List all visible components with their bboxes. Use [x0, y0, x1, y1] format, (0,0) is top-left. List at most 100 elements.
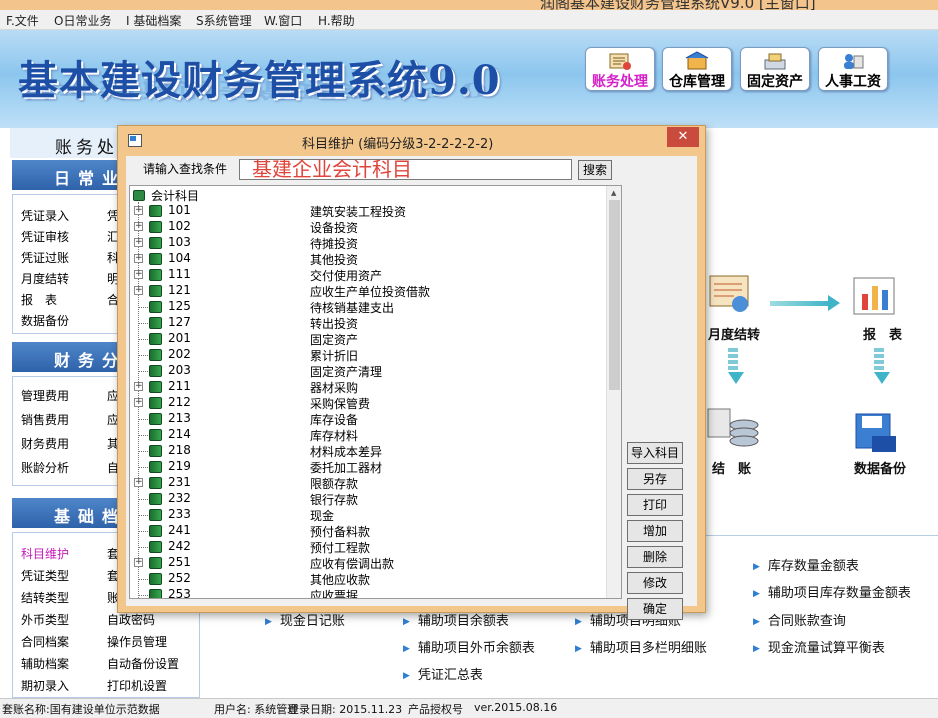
tree-row[interactable]: 127 转出投资 [130, 315, 606, 331]
modify-button[interactable]: 修改 [627, 572, 683, 594]
tree-row[interactable]: 213 库存设备 [130, 411, 606, 427]
nav-aging-analysis[interactable]: 账龄分析 [21, 459, 69, 476]
module-warehouse-button[interactable]: 仓库管理 [662, 47, 732, 91]
expand-icon[interactable]: + [134, 478, 143, 487]
menu-window[interactable]: W.窗口 [264, 12, 302, 29]
account-tree[interactable]: 会计科目 +101 建筑安装工程投资 +102 设备投资 +103 待摊投资 +104 其他投… [129, 185, 622, 599]
tree-row[interactable]: +103 待摊投资 [130, 235, 606, 251]
tree-row[interactable]: 202 累计折旧 [130, 347, 606, 363]
nav-voucher-post[interactable]: 凭证过账 [21, 249, 69, 266]
report-icon[interactable] [850, 272, 904, 322]
nav-sales-expense[interactable]: 销售费用 [21, 411, 69, 428]
link-contract-payment-query[interactable]: 合同账款查询 [753, 610, 846, 629]
nav-change-password[interactable]: 自政密码 [107, 611, 155, 628]
nav-auto-backup-settings[interactable]: 自动备份设置 [107, 655, 179, 672]
tree-row[interactable]: 253 应收票据 [130, 587, 606, 598]
close-accounts-icon[interactable] [706, 405, 762, 455]
module-ledger-button[interactable]: 账务处理 [585, 47, 655, 91]
nav-finance-expense[interactable]: 财务费用 [21, 435, 69, 452]
expand-icon[interactable]: + [134, 238, 143, 247]
tree-row[interactable]: 242 预付工程款 [130, 539, 606, 555]
menu-basic-archive[interactable]: I 基础档案 [126, 12, 181, 29]
tree-row[interactable]: 241 预付备料款 [130, 523, 606, 539]
tree-row[interactable]: +251 应收有偿调出款 [130, 555, 606, 571]
expand-icon[interactable]: + [134, 206, 143, 215]
tree-row[interactable]: +104 其他投资 [130, 251, 606, 267]
module-assets-button[interactable]: 固定资产 [740, 47, 810, 91]
flow-arrow-down [874, 348, 890, 384]
account-name: 待摊投资 [310, 237, 359, 251]
tree-row[interactable]: +102 设备投资 [130, 219, 606, 235]
link-aux-fx-balance[interactable]: 辅助项目外币余额表 [403, 637, 535, 656]
tree-row[interactable]: +231 限额存款 [130, 475, 606, 491]
menu-help[interactable]: H.帮助 [318, 12, 355, 29]
account-book-icon [149, 317, 162, 329]
nav-voucher-type[interactable]: 凭证类型 [21, 567, 69, 584]
tree-row[interactable]: 232 银行存款 [130, 491, 606, 507]
import-accounts-button[interactable]: 导入科目 [627, 442, 683, 464]
nav-month-close[interactable]: 月度结转 [21, 270, 69, 287]
expand-icon[interactable]: + [134, 558, 143, 567]
expand-icon[interactable]: + [134, 222, 143, 231]
link-cashflow-trial-balance[interactable]: 现金流量试算平衡表 [753, 637, 885, 656]
tree-row[interactable]: 203 固定资产清理 [130, 363, 606, 379]
expand-icon[interactable]: + [134, 254, 143, 263]
menu-system-admin[interactable]: S系统管理 [196, 12, 252, 29]
data-backup-icon[interactable] [852, 410, 902, 456]
nav-opening-entry[interactable]: 期初录入 [21, 677, 69, 694]
print-button[interactable]: 打印 [627, 494, 683, 516]
tree-row[interactable]: 219 委托加工器材 [130, 459, 606, 475]
tree-row[interactable]: +101 建筑安装工程投资 [130, 203, 606, 219]
tree-root[interactable]: 会计科目 [133, 187, 199, 203]
nav-voucher-entry[interactable]: 凭证录入 [21, 207, 69, 224]
search-input[interactable]: 基建企业会计科目 [239, 159, 572, 180]
nav-printer-settings[interactable]: 打印机设置 [107, 677, 167, 694]
nav-currency-type[interactable]: 外币类型 [21, 611, 69, 628]
expand-icon[interactable]: + [134, 398, 143, 407]
nav-reports[interactable]: 报 表 [21, 291, 57, 308]
nav-admin-expense[interactable]: 管理费用 [21, 387, 69, 404]
account-name: 转出投资 [310, 317, 359, 331]
expand-icon[interactable]: + [134, 382, 143, 391]
add-button[interactable]: 增加 [627, 520, 683, 542]
link-stock-quantity-amount[interactable]: 库存数量金额表 [753, 555, 859, 574]
expand-icon[interactable]: + [134, 286, 143, 295]
close-icon[interactable]: ✕ [667, 127, 699, 147]
confirm-button[interactable]: 确定 [627, 598, 683, 620]
nav-contract-archive[interactable]: 合同档案 [21, 633, 69, 650]
account-code: 219 [168, 459, 191, 473]
menu-file[interactable]: F.文件 [6, 12, 39, 29]
tree-row[interactable]: +111 交付使用资产 [130, 267, 606, 283]
tree-row[interactable]: 214 库存材料 [130, 427, 606, 443]
account-book-icon [149, 221, 162, 233]
search-button[interactable]: 搜索 [578, 160, 612, 180]
nav-account-maintenance[interactable]: 科目维护 [21, 545, 69, 562]
tree-row[interactable]: 252 其他应收款 [130, 571, 606, 587]
account-book-icon [149, 461, 162, 473]
menu-daily-business[interactable]: O日常业务 [54, 12, 111, 29]
scroll-thumb[interactable] [609, 200, 620, 390]
tree-row[interactable]: 125 待核销基建支出 [130, 299, 606, 315]
tree-row[interactable]: 201 固定资产 [130, 331, 606, 347]
tree-row[interactable]: 233 现金 [130, 507, 606, 523]
link-aux-stock-quantity-amount[interactable]: 辅助项目库存数量金额表 [753, 582, 911, 601]
tree-scrollbar[interactable]: ▲ [606, 186, 621, 598]
nav-auxiliary-archive[interactable]: 辅助档案 [21, 655, 69, 672]
module-hr-button[interactable]: 人事工资 [818, 47, 888, 91]
tree-row[interactable]: +212 采购保管费 [130, 395, 606, 411]
nav-data-backup[interactable]: 数据备份 [21, 312, 69, 329]
link-aux-multicolumn-detail[interactable]: 辅助项目多栏明细账 [575, 637, 707, 656]
month-close-icon[interactable] [706, 270, 756, 320]
link-voucher-summary[interactable]: 凭证汇总表 [403, 664, 483, 683]
tree-row[interactable]: +121 应收生产单位投资借款 [130, 283, 606, 299]
nav-voucher-review[interactable]: 凭证审核 [21, 228, 69, 245]
expand-icon[interactable]: + [134, 270, 143, 279]
scroll-up-icon[interactable]: ▲ [611, 189, 616, 197]
save-as-button[interactable]: 另存 [627, 468, 683, 490]
delete-button[interactable]: 删除 [627, 546, 683, 568]
nav-operator-management[interactable]: 操作员管理 [107, 633, 167, 650]
nav-carryover-type[interactable]: 结转类型 [21, 589, 69, 606]
dialog-titlebar[interactable]: 科目维护 (编码分级3-2-2-2-2-2) ✕ [118, 126, 705, 156]
tree-row[interactable]: +211 器材采购 [130, 379, 606, 395]
tree-row[interactable]: 218 材料成本差异 [130, 443, 606, 459]
